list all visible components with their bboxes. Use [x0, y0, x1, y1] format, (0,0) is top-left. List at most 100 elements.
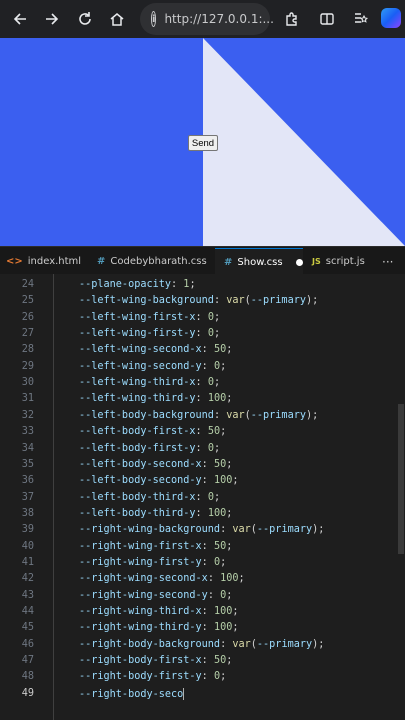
favorites-icon[interactable] [344, 3, 376, 35]
line-number: 45 [21, 622, 34, 634]
code-line: --left-body-second-y: 100; [79, 475, 239, 486]
paren: ); [312, 524, 325, 536]
colon: : [220, 524, 233, 536]
var-function: var [232, 638, 251, 650]
code-line: --left-wing-background: var(--primary); [79, 295, 318, 306]
line-number: 48 [21, 671, 34, 683]
code-line: --right-wing-first-y: 0; [79, 557, 226, 568]
css-property: --left-body-first-x [79, 426, 196, 438]
semicolon: ; [213, 377, 221, 389]
code-line: --right-body-seco [79, 687, 185, 700]
css-property: --right-body-first-y [79, 671, 202, 683]
code-line: --right-wing-second-y: 0; [79, 590, 232, 601]
copilot-icon[interactable] [381, 8, 401, 28]
line-number: 44 [21, 606, 34, 617]
editor-scrollbar[interactable] [398, 404, 404, 554]
code-line: --right-wing-third-x: 100; [79, 606, 239, 617]
extensions-icon[interactable] [276, 3, 308, 35]
line-number: 32 [21, 409, 34, 421]
code-line: --left-body-third-x: 0; [79, 492, 220, 503]
colon: : [201, 475, 214, 487]
back-icon[interactable] [4, 3, 36, 35]
css-property: --left-wing-background [79, 295, 214, 307]
html-file-icon: <> [6, 256, 23, 267]
line-number: 49 [21, 687, 34, 699]
semicolon: ; [226, 540, 233, 552]
tab-script-js[interactable]: JS script.js [312, 248, 367, 275]
css-value: --primary [256, 638, 313, 650]
code-line: --left-wing-second-x: 50; [79, 344, 232, 355]
colon: : [201, 360, 214, 372]
colon: : [195, 311, 208, 323]
css-value: 100 [213, 475, 233, 487]
code-line: --right-wing-first-x: 50; [79, 541, 232, 552]
code-line: --left-body-background: var(--primary); [79, 410, 318, 421]
colon: : [201, 606, 214, 617]
css-value: 100 [207, 507, 227, 519]
semicolon: ; [238, 573, 245, 585]
semicolon: ; [220, 426, 227, 438]
css-property: --right-wing-background [79, 524, 221, 536]
var-function: var [226, 295, 245, 307]
semicolon: ; [226, 393, 233, 405]
css-property: --left-wing-first-y [79, 328, 196, 340]
css-property: --left-wing-third-x [79, 377, 196, 389]
code-line: --left-body-third-y: 100; [79, 508, 232, 519]
css-property: --right-body-seco [79, 688, 184, 700]
css-property: --right-wing-second-y [79, 589, 208, 601]
line-number: 33 [21, 426, 34, 438]
code-editor[interactable]: 24 --plane-opacity: 1; 25 --left-wing-backg… [0, 274, 405, 720]
line-number: 36 [21, 475, 34, 487]
tab-show-css[interactable]: # Show.css [215, 248, 303, 275]
code-line: --right-body-first-x: 50; [79, 655, 232, 666]
code-line: --right-wing-third-y: 100; [79, 622, 239, 633]
paren: ); [312, 638, 325, 650]
info-icon[interactable]: i [151, 11, 157, 27]
css-property: --right-wing-first-y [79, 556, 202, 568]
css-value: 100 [220, 573, 239, 585]
semicolon: ; [220, 360, 227, 372]
split-screen-icon[interactable] [311, 3, 343, 35]
home-icon[interactable] [101, 3, 133, 35]
semicolon: ; [213, 442, 221, 454]
css-property: --left-body-second-y [79, 475, 202, 487]
colon: : [171, 279, 184, 290]
colon: : [195, 507, 208, 519]
line-number: 30 [21, 377, 34, 389]
address-bar[interactable]: i http://127.0.0.1:... [140, 3, 274, 35]
semicolon: ; [220, 671, 227, 683]
semicolon: ; [226, 507, 233, 519]
more-tabs-icon[interactable]: ··· [382, 248, 402, 275]
colon: : [201, 622, 214, 634]
code-line: --right-wing-second-x: 100; [79, 573, 245, 584]
indent-guide [53, 274, 54, 720]
js-file-icon: JS [312, 257, 321, 266]
line-number: 26 [21, 311, 34, 323]
code-line: --left-wing-third-y: 100; [79, 393, 232, 404]
css-value: 100 [213, 622, 233, 634]
colon: : [195, 491, 208, 503]
tab-label: Show.css [237, 256, 283, 268]
css-value: 100 [207, 393, 227, 405]
css-value: 50 [213, 458, 227, 470]
forward-icon[interactable] [36, 3, 68, 35]
semicolon: ; [213, 328, 221, 340]
reload-icon[interactable] [69, 3, 101, 35]
semicolon: ; [220, 556, 227, 568]
tab-codebybharath-css[interactable]: # Codebybharath.css [97, 248, 209, 275]
code-line: --left-wing-third-x: 0; [79, 377, 220, 388]
send-button[interactable]: Send [188, 135, 218, 151]
css-property: --left-body-background [79, 409, 214, 421]
tab-index-html[interactable]: <> index.html [6, 248, 88, 275]
semicolon: ; [226, 458, 233, 470]
colon: : [213, 409, 227, 421]
editor-tab-bar: <> index.html # Codebybharath.css # Show… [0, 246, 405, 275]
css-property: --right-wing-third-y [79, 622, 202, 634]
colon: : [207, 573, 221, 585]
line-number: 25 [21, 295, 34, 307]
code-line: --left-body-first-y: 0; [79, 443, 220, 454]
line-number: 37 [21, 491, 34, 503]
colon: : [220, 638, 233, 650]
unsaved-dot-icon [295, 258, 303, 266]
semicolon: ; [213, 491, 221, 503]
